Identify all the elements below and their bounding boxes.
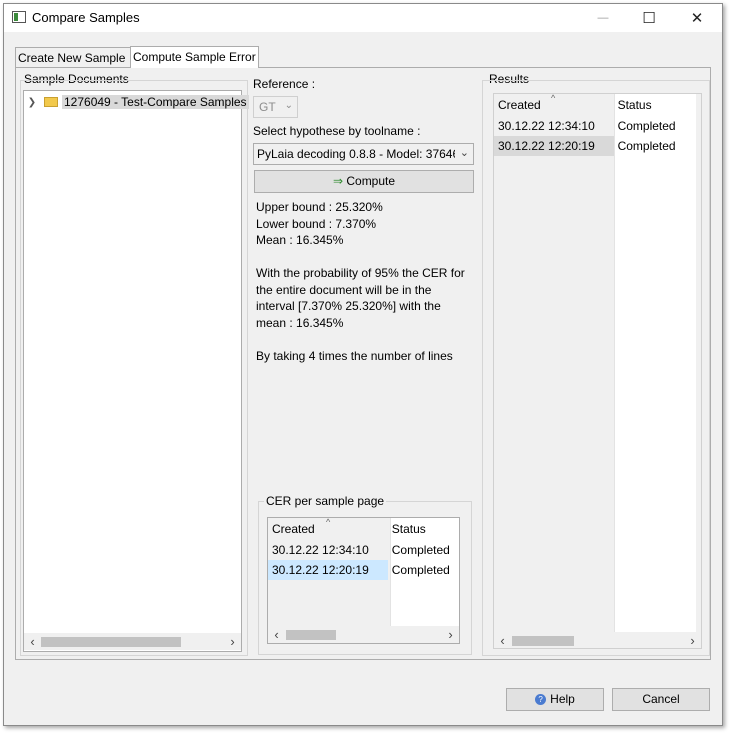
compute-button[interactable]: ⇒ Compute [254, 170, 474, 193]
scrollbar-thumb[interactable] [512, 636, 574, 646]
cell-status: Completed [617, 119, 676, 133]
probability-text-1: With the probability of 95% the CER for [256, 266, 465, 280]
cell-status: Completed [391, 543, 450, 557]
tab-container: Create New Sample Compute Sample Error S… [15, 46, 711, 660]
lower-bound: Lower bound : 7.370% [256, 216, 377, 231]
mean-value: Mean : 16.345% [256, 233, 344, 247]
scrollbar-thumb[interactable] [286, 630, 336, 640]
horizontal-scrollbar[interactable]: ‹ › [24, 633, 241, 650]
scroll-left-icon[interactable]: ‹ [494, 632, 511, 648]
folder-icon [44, 97, 58, 107]
help-icon: ? [535, 694, 547, 706]
scroll-left-icon[interactable]: ‹ [268, 626, 285, 643]
lines-text: By taking 4 times the number of lines [256, 348, 453, 363]
cer-per-page-label: CER per sample page [264, 494, 387, 508]
cell-created: 30.12.22 12:34:10 [498, 119, 595, 133]
column-header-status[interactable]: Status [614, 94, 701, 116]
help-button[interactable]: ? Help [506, 688, 604, 711]
minimize-button[interactable]: — [580, 4, 626, 32]
tab-compute-sample-error[interactable]: Compute Sample Error [130, 46, 259, 68]
app-window-icon [12, 11, 26, 23]
reference-select[interactable]: GT ⌄ [253, 96, 298, 118]
cancel-button[interactable]: Cancel [612, 688, 710, 711]
title-bar: Compare Samples — ☐ ✕ [4, 4, 722, 32]
chevron-right-icon[interactable]: ❯ [26, 97, 38, 108]
cell-status: Completed [391, 563, 450, 577]
arrow-right-icon: ⇒ [332, 174, 344, 188]
hypothesis-label: Select hypothese by toolname : [253, 124, 421, 138]
close-icon: ✕ [690, 10, 704, 27]
column-header-created[interactable]: Created [268, 518, 388, 540]
compare-samples-window: Compare Samples — ☐ ✕ Create New Sample … [3, 3, 723, 726]
table-row[interactable]: 30.12.22 12:34:10 Completed [494, 116, 701, 136]
cell-created: 30.12.22 12:34:10 [272, 543, 369, 557]
probability-text-4: mean : 16.345% [256, 315, 344, 330]
scroll-right-icon[interactable]: › [684, 632, 701, 648]
table-row[interactable]: 30.12.22 12:34:10 Completed [268, 540, 459, 560]
scroll-left-icon[interactable]: ‹ [24, 633, 41, 650]
probability-text-3: interval [7.370% 25.320%] with the [256, 299, 441, 313]
tree-item-label: 1276049 - Test-Compare Samples [62, 95, 249, 109]
maximize-icon: ☐ [642, 10, 656, 27]
horizontal-scrollbar[interactable]: ‹ › [268, 626, 459, 643]
sample-documents-tree[interactable]: ❯ 1276049 - Test-Compare Samples ‹ › [23, 90, 249, 652]
reference-value: GT [259, 100, 276, 114]
upper-bound: Upper bound : 25.320% [256, 200, 383, 214]
table-row-selected[interactable]: 30.12.22 12:20:19 Completed [494, 136, 701, 156]
compute-button-label: Compute [343, 174, 396, 188]
cell-created: 30.12.22 12:20:19 [494, 136, 614, 156]
results-table[interactable]: ^ Created Status 30.12.22 12:34:10 Compl… [493, 93, 702, 649]
chevron-down-icon: ⌄ [284, 100, 293, 111]
reference-label: Reference : [253, 77, 316, 91]
horizontal-scrollbar[interactable]: ‹ › [494, 632, 701, 648]
tree-item-document[interactable]: ❯ 1276049 - Test-Compare Samples [26, 93, 249, 111]
scrollbar-thumb[interactable] [41, 637, 181, 647]
close-button[interactable]: ✕ [674, 4, 720, 32]
hypothesis-value: PyLaia decoding 0.8.8 - Model: 37646 [257, 147, 455, 161]
probability-text-2: the entire document will be in the [256, 282, 432, 297]
cell-status: Completed [617, 139, 676, 153]
cer-info-text: Upper bound : 25.320% Lower bound : 7.37… [256, 199, 476, 364]
window-title: Compare Samples [32, 10, 140, 25]
cer-per-page-table[interactable]: ^ Created Status 30.12.22 12:34:10 Compl… [267, 517, 460, 644]
chevron-down-icon: ⌄ [459, 147, 469, 159]
table-row-selected[interactable]: 30.12.22 12:20:19 Completed [268, 560, 459, 580]
column-header-created[interactable]: Created [494, 94, 614, 116]
column-header-status[interactable]: Status [388, 518, 459, 540]
scroll-right-icon[interactable]: › [224, 633, 241, 650]
hypothesis-select[interactable]: PyLaia decoding 0.8.8 - Model: 37646 ⌄ [253, 143, 474, 165]
tab-create-new-sample[interactable]: Create New Sample [15, 47, 131, 67]
compute-sample-error-panel: Sample Documents ❯ 1276049 - Test-Compar… [15, 67, 711, 660]
maximize-button[interactable]: ☐ [626, 4, 672, 32]
cell-created: 30.12.22 12:20:19 [268, 560, 388, 580]
help-button-label: Help [550, 692, 575, 706]
minimize-icon: — [597, 12, 609, 24]
scroll-right-icon[interactable]: › [442, 626, 459, 643]
